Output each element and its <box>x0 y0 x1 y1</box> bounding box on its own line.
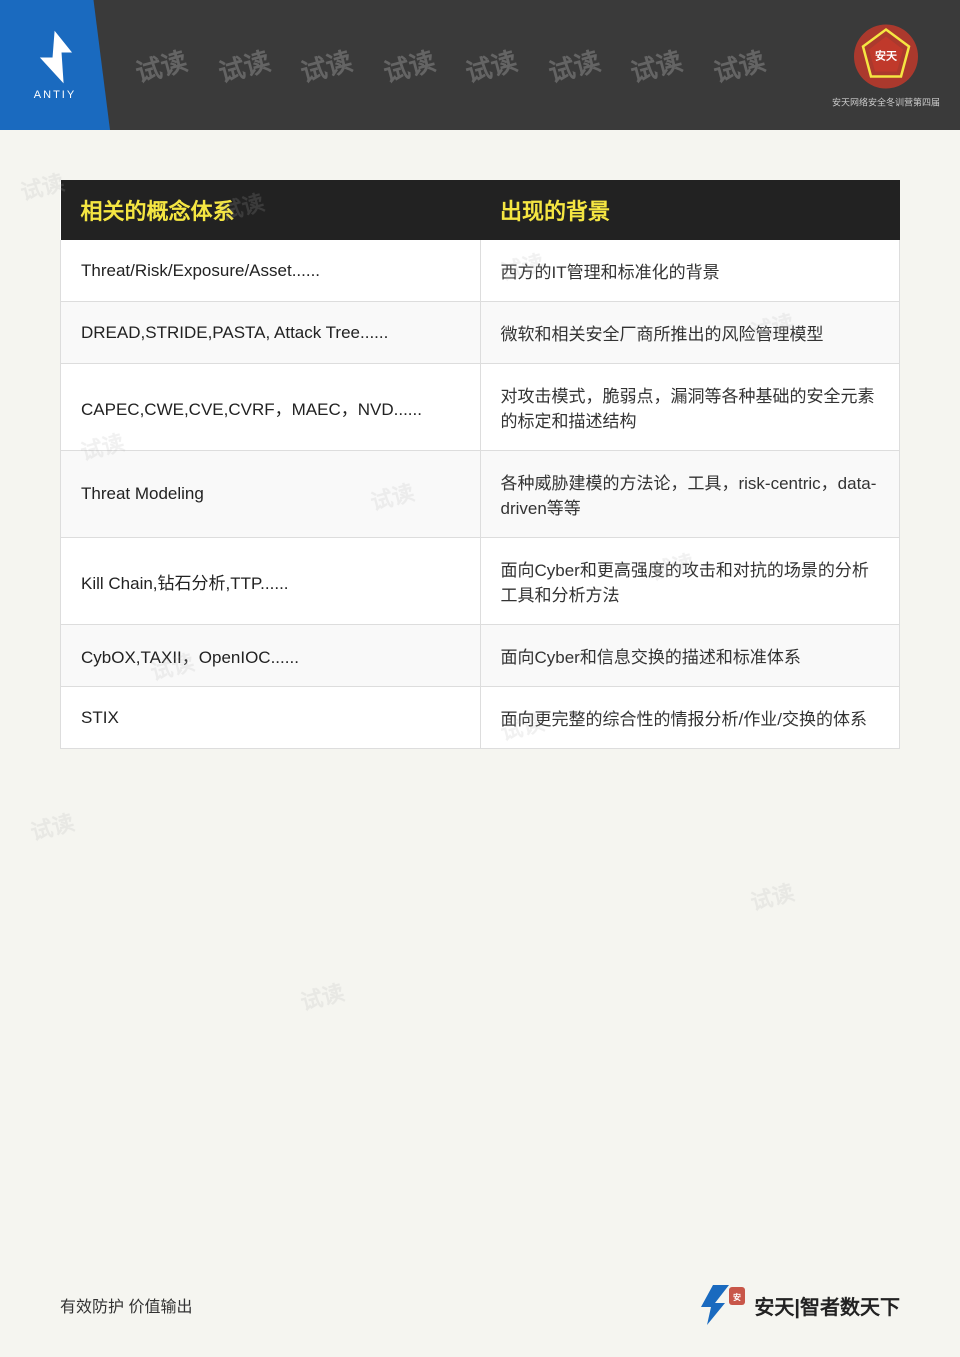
footer-logo-text: 安天|智者数天下 <box>754 1291 900 1320</box>
table-cell-col1: DREAD,STRIDE,PASTA, Attack Tree...... <box>61 302 481 364</box>
col2-header: 出现的背景 <box>480 180 900 240</box>
footer-logo: 安 安天|智者数天下 <box>693 1283 900 1327</box>
table-cell-col1: CybOX,TAXII，OpenIOC...... <box>61 625 481 687</box>
header-wm-3: 试读 <box>296 40 356 89</box>
header-wm-1: 试读 <box>131 40 191 89</box>
table-cell-col2: 面向Cyber和更高强度的攻击和对抗的场景的分析工具和分析方法 <box>480 538 900 625</box>
header-subtitle: 安天网络安全冬训营第四届 <box>832 96 940 109</box>
logo-icon <box>33 30 78 85</box>
table-row: Threat Modeling各种威胁建模的方法论，工具，risk-centri… <box>61 451 900 538</box>
header-wm-5: 试读 <box>461 40 521 89</box>
table-cell-col1: Threat Modeling <box>61 451 481 538</box>
table-cell-col1: Kill Chain,钻石分析,TTP...... <box>61 538 481 625</box>
header-wm-8: 试读 <box>709 40 769 89</box>
header-wm-2: 试读 <box>214 40 274 89</box>
concept-table: 相关的概念体系 出现的背景 Threat/Risk/Exposure/Asset… <box>60 180 900 749</box>
main-content: 相关的概念体系 出现的背景 Threat/Risk/Exposure/Asset… <box>0 130 960 1357</box>
header-wm-4: 试读 <box>379 40 439 89</box>
header: ANTIY 试读 试读 试读 试读 试读 试读 试读 试读 安天 安天网络安全冬… <box>0 0 960 130</box>
table-row: CAPEC,CWE,CVE,CVRF，MAEC，NVD......对攻击模式，脆… <box>61 364 900 451</box>
antiy-emblem-icon: 安天 <box>851 22 921 92</box>
footer: 有效防护 价值输出 安 安天|智者数天下 <box>60 1283 900 1327</box>
table-cell-col1: CAPEC,CWE,CVE,CVRF，MAEC，NVD...... <box>61 364 481 451</box>
svg-text:安天: 安天 <box>875 49 898 63</box>
footer-logo-icon: 安 <box>693 1283 748 1327</box>
table-row: CybOX,TAXII，OpenIOC......面向Cyber和信息交换的描述… <box>61 625 900 687</box>
table-cell-col2: 面向更完整的综合性的情报分析/作业/交换的体系 <box>480 687 900 749</box>
table-cell-col2: 面向Cyber和信息交换的描述和标准体系 <box>480 625 900 687</box>
table-row: Threat/Risk/Exposure/Asset......西方的IT管理和… <box>61 240 900 302</box>
svg-text:安: 安 <box>733 1292 741 1302</box>
table-cell-col2: 微软和相关安全厂商所推出的风险管理模型 <box>480 302 900 364</box>
table-cell-col1: Threat/Risk/Exposure/Asset...... <box>61 240 481 302</box>
table-row: STIX面向更完整的综合性的情报分析/作业/交换的体系 <box>61 687 900 749</box>
table-cell-col1: STIX <box>61 687 481 749</box>
logo-text: ANTIY <box>34 89 76 101</box>
logo-block: ANTIY <box>0 0 110 130</box>
header-wm-6: 试读 <box>544 40 604 89</box>
table-cell-col2: 西方的IT管理和标准化的背景 <box>480 240 900 302</box>
table-cell-col2: 各种威胁建模的方法论，工具，risk-centric，data-driven等等 <box>480 451 900 538</box>
table-row: DREAD,STRIDE,PASTA, Attack Tree......微软和… <box>61 302 900 364</box>
col1-header: 相关的概念体系 <box>61 180 481 240</box>
header-right-logo: 安天 安天网络安全冬训营第四届 <box>832 22 940 109</box>
table-row: Kill Chain,钻石分析,TTP......面向Cyber和更高强度的攻击… <box>61 538 900 625</box>
header-wm-7: 试读 <box>626 40 686 89</box>
table-cell-col2: 对攻击模式，脆弱点，漏洞等各种基础的安全元素的标定和描述结构 <box>480 364 900 451</box>
footer-slogan: 有效防护 价值输出 <box>60 1293 192 1317</box>
header-watermarks: 试读 试读 试读 试读 试读 试读 试读 试读 <box>0 0 960 130</box>
